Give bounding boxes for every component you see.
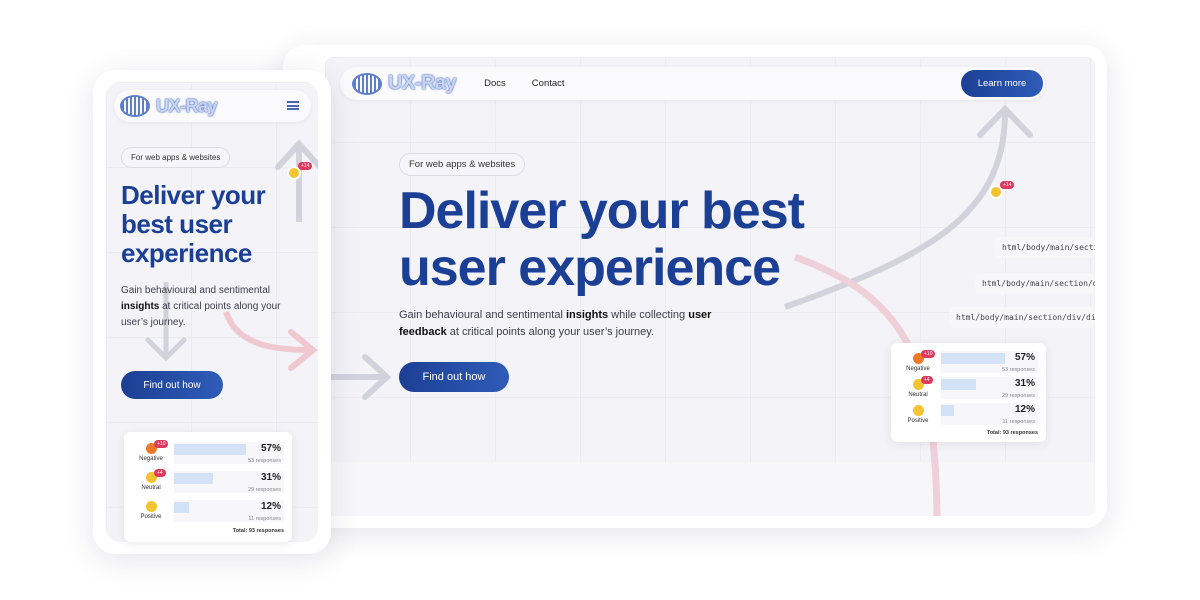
sentiment: Positive — [899, 404, 937, 424]
hero-description: Gain behavioural and sentimental insight… — [121, 285, 281, 328]
emoji-reaction-marker[interactable]: +14 — [989, 181, 1015, 199]
percentage-bar: 31% 29 responses — [174, 470, 284, 493]
survey-row-positive: Positive 12% 11 responses — [132, 496, 284, 525]
hamburger-menu-icon[interactable] — [287, 101, 299, 110]
percentage-bar: 12% 11 responses — [941, 403, 1038, 425]
xpath-label: html/body/main/section/div/div[3 — [949, 307, 1095, 328]
find-out-how-button[interactable]: Find out how — [121, 371, 223, 399]
survey-card: +10 Negative 57% 53 responses +4 Neutral 31%… — [891, 343, 1046, 442]
bar-fill — [174, 472, 214, 484]
survey-row-negative: +10 Negative 57% 53 responses — [899, 349, 1038, 375]
percentage-bar: 57% 53 responses — [174, 441, 284, 464]
survey-card: +10 Negative 57% 53 responses +4 Neutral 31%… — [124, 432, 292, 542]
find-out-how-button[interactable]: Find out how — [399, 362, 509, 392]
logo-icon — [352, 72, 382, 95]
survey-row-positive: Positive 12% 11 responses — [899, 401, 1038, 427]
percentage-bar: 12% 11 responses — [174, 499, 284, 522]
bar-fill — [174, 501, 190, 513]
mobile-navbar: UX-Ray — [114, 90, 311, 122]
xpath-label: html/body/main/section — [995, 237, 1095, 258]
hero-title: Deliver your best user experience — [399, 182, 805, 297]
emoji-reaction-marker[interactable]: +14 — [287, 162, 313, 180]
tag-pill: For web apps & websites — [399, 153, 526, 176]
positive-emoji-icon — [145, 501, 157, 512]
survey-row-neutral: +4 Neutral 31% 29 responses — [132, 467, 284, 496]
sentiment: +4 Neutral — [899, 375, 937, 398]
hero-description: Gain behavioural and sentimental insight… — [399, 309, 712, 338]
survey-total: Total: 93 responses — [986, 430, 1038, 436]
nav-docs[interactable]: Docs — [484, 78, 506, 89]
positive-emoji-icon — [912, 404, 924, 416]
percentage-bar: 31% 29 responses — [941, 377, 1038, 399]
bar-fill — [941, 405, 955, 416]
bar-fill — [174, 443, 247, 455]
hero-title: Deliver your best user experience — [121, 180, 266, 268]
survey-row-neutral: +4 Neutral 31% 29 responses — [899, 375, 1038, 401]
bar-fill — [941, 379, 976, 390]
survey-row-negative: +10 Negative 57% 53 responses — [132, 438, 284, 467]
sentiment: Positive — [132, 501, 170, 520]
survey-total: Total: 93 responses — [232, 528, 284, 534]
logo-icon — [120, 95, 150, 117]
tag-pill: For web apps & websites — [121, 147, 231, 168]
mobile-frame: +14 UX-Ray For web apps & websites Deliv… — [93, 70, 331, 554]
count-badge: +10 — [921, 349, 936, 358]
sentiment: +10 Negative — [899, 349, 937, 372]
logo[interactable]: UX-Ray — [352, 72, 457, 95]
bar-fill — [941, 353, 1005, 364]
nav-contact[interactable]: Contact — [532, 78, 565, 89]
count-badge: +10 — [154, 440, 169, 448]
logo[interactable]: UX-Ray — [120, 95, 218, 117]
count-badge: +4 — [154, 469, 166, 477]
count-badge: +4 — [921, 375, 933, 384]
sentiment: +10 Negative — [132, 440, 170, 462]
sentiment: +4 Neutral — [132, 469, 170, 491]
percentage-bar: 57% 53 responses — [941, 351, 1038, 373]
desktop-frame: +14 UX-Ray Docs Contact Learn more For w… — [283, 45, 1107, 528]
learn-more-button[interactable]: Learn more — [961, 70, 1043, 97]
desktop-navbar: UX-Ray Docs Contact Learn more — [340, 67, 1045, 100]
xpath-label: html/body/main/section/div — [975, 273, 1095, 294]
